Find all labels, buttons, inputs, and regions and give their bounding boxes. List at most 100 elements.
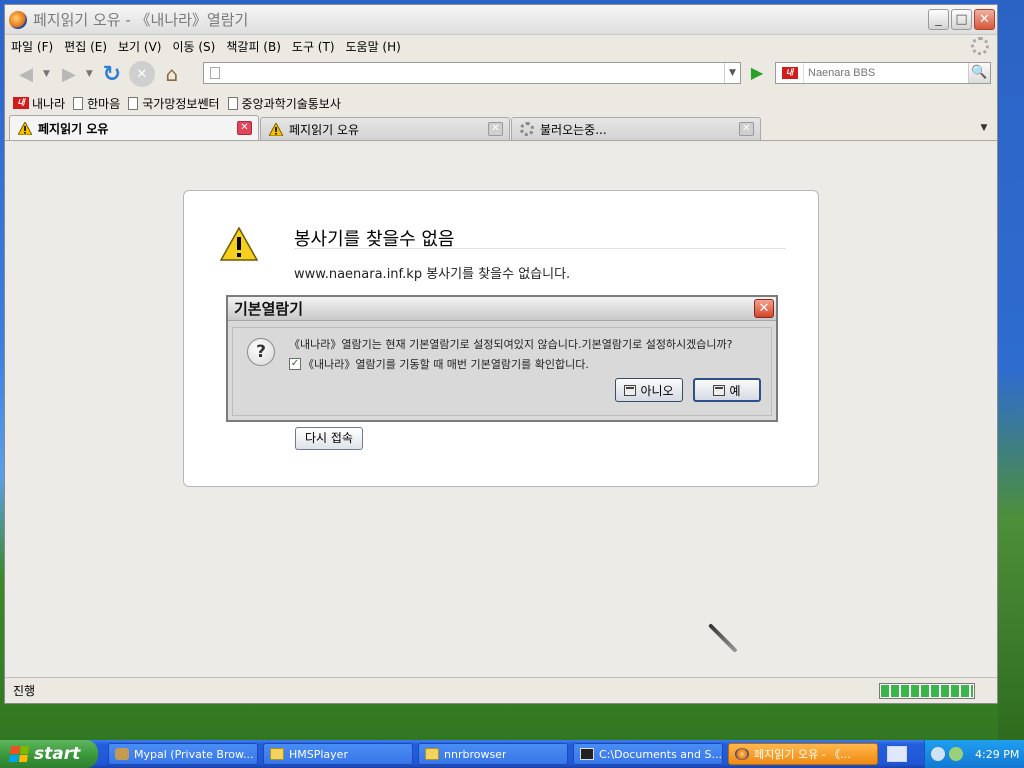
browser-logo-icon: [9, 10, 27, 29]
security-icon[interactable]: [931, 747, 945, 761]
taskbar-item-label: Mypal (Private Brow...: [134, 747, 254, 761]
keyboard-icon[interactable]: [887, 746, 907, 762]
mypal-icon: [115, 748, 129, 760]
status-bar: 진행: [5, 677, 997, 703]
bookmarks-toolbar: 내 내나라 한마음 국가망정보쎈터 중앙과학기술통보사: [5, 91, 997, 115]
tab-bar: 페지읽기 오유 ✕ 페지읽기 오유 ✕ 불러오는중... ✕ ▼: [5, 115, 997, 141]
progress-fill: [881, 684, 973, 697]
bookmark-label: 국가망정보쎈터: [142, 96, 220, 111]
search-bar: 내 🔍: [775, 62, 991, 84]
tab-close-icon[interactable]: ✕: [237, 121, 252, 135]
naenara-logo-icon: 내: [781, 67, 798, 79]
7zip-icon: [580, 748, 594, 760]
system-tray: 4:29 PM: [924, 740, 1024, 768]
url-input[interactable]: [224, 64, 724, 82]
menu-view[interactable]: 보기 (V): [118, 38, 161, 55]
url-bar: ▼: [203, 62, 741, 84]
question-icon: ?: [247, 338, 275, 366]
checkbox-label: 《내나라》열람기를 기동할 때 매번 기본열람기를 확인합니다.: [303, 358, 589, 371]
dialog-title-bar: 기본열람기 ✕: [228, 297, 776, 321]
bookmark-label: 한마음: [87, 96, 121, 111]
tab-close-icon[interactable]: ✕: [488, 122, 503, 136]
menu-bookmarks[interactable]: 책갈피 (B): [226, 38, 281, 55]
bookmark-item[interactable]: 국가망정보쎈터: [128, 95, 220, 112]
go-icon[interactable]: ▶: [747, 63, 767, 83]
dialog-message: 《내나라》열람기는 현재 기본열람기로 설정되여있지 않습니다.기본열람기로 설…: [289, 338, 733, 351]
page-icon: [227, 96, 238, 110]
page-content: 봉사기를 찾을수 없음 www.naenara.inf.kp 봉사기를 찾을수 …: [5, 143, 997, 677]
taskbar-item-label: HMSPlayer: [289, 747, 348, 761]
menu-bar: 파일 (F) 편집 (E) 보기 (V) 이동 (S) 책갈피 (B) 도구 (…: [5, 35, 997, 57]
search-engine-selector[interactable]: 내: [776, 63, 804, 83]
folder-icon: [270, 748, 284, 760]
menu-tools[interactable]: 도구 (T): [292, 38, 335, 55]
forward-history-dropdown-icon[interactable]: ▼: [86, 69, 93, 79]
reload-icon[interactable]: ↻: [99, 61, 125, 87]
navigation-toolbar: ◀ ▼ ▶ ▼ ↻ ✕ ⌂ ▼ ▶ 내 🔍: [5, 57, 997, 91]
dialog-close-icon[interactable]: ✕: [754, 299, 774, 318]
taskbar-item[interactable]: C:\Documents and S...: [573, 743, 723, 765]
naenara-logo-icon: 내: [13, 97, 29, 109]
menu-help[interactable]: 도움말 (H): [346, 38, 401, 55]
no-button[interactable]: 아니오: [615, 378, 683, 402]
folder-icon: [425, 748, 439, 760]
taskbar-item[interactable]: HMSPlayer: [263, 743, 413, 765]
dialog-body: ? 《내나라》열람기는 현재 기본열람기로 설정되여있지 않습니다.기본열람기로…: [232, 327, 772, 416]
start-label: start: [34, 744, 81, 764]
start-button[interactable]: start: [0, 740, 98, 768]
stop-icon[interactable]: ✕: [128, 61, 155, 87]
yes-button[interactable]: 예: [693, 378, 761, 402]
windows-logo-icon: [8, 746, 30, 762]
page-icon: [210, 67, 220, 79]
url-history-dropdown-icon[interactable]: ▼: [724, 63, 740, 83]
tab-list-dropdown-icon[interactable]: ▼: [975, 118, 993, 138]
window-title: 페지읽기 오유 - 《내나라》열람기: [33, 11, 249, 29]
maximize-button[interactable]: □: [951, 9, 972, 30]
throbber-icon: [971, 37, 989, 55]
taskbar-item-active[interactable]: 페지읽기 오유 - 《...: [728, 743, 878, 765]
warning-icon: [220, 227, 258, 261]
default-browser-dialog: 기본열람기 ✕ ? 《내나라》열람기는 현재 기본열람기로 설정되여있지 않습니…: [226, 295, 778, 422]
loading-icon: [520, 122, 534, 136]
error-description: www.naenara.inf.kp 봉사기를 찾을수 없습니다.: [294, 267, 571, 282]
bookmark-item[interactable]: 중앙과학기술통보사: [227, 95, 341, 112]
tab-label: 페지읽기 오유: [38, 121, 109, 136]
taskbar-item[interactable]: Mypal (Private Brow...: [108, 743, 258, 765]
menu-go[interactable]: 이동 (S): [172, 38, 215, 55]
back-history-dropdown-icon[interactable]: ▼: [43, 69, 50, 79]
title-bar: 페지읽기 오유 - 《내나라》열람기 _ □ ✕: [5, 5, 997, 35]
menu-edit[interactable]: 편집 (E): [64, 38, 107, 55]
dialog-checkbox-row[interactable]: ✓ 《내나라》열람기를 기동할 때 매번 기본열람기를 확인합니다.: [289, 356, 589, 372]
bookmark-item[interactable]: 내 내나라: [13, 95, 65, 112]
tab-label: 페지읽기 오유: [289, 122, 360, 137]
network-icon[interactable]: [949, 747, 963, 761]
bookmark-item[interactable]: 한마음: [73, 95, 120, 112]
search-icon[interactable]: 🔍: [968, 63, 990, 83]
menu-file[interactable]: 파일 (F): [11, 38, 53, 55]
back-icon[interactable]: ◀: [13, 61, 39, 87]
tab-page-error-2[interactable]: 페지읽기 오유 ✕: [260, 117, 510, 140]
taskbar: start Mypal (Private Brow... HMSPlayer n…: [0, 740, 1024, 768]
clock[interactable]: 4:29 PM: [975, 748, 1019, 761]
tab-page-error-1[interactable]: 페지읽기 오유 ✕: [9, 115, 259, 140]
close-button[interactable]: ✕: [974, 9, 995, 30]
home-icon[interactable]: ⌂: [159, 61, 185, 87]
search-input[interactable]: [804, 64, 968, 82]
tab-loading[interactable]: 불러오는중... ✕: [511, 117, 761, 140]
tab-close-icon[interactable]: ✕: [739, 122, 754, 136]
browser-window: 페지읽기 오유 - 《내나라》열람기 _ □ ✕ 파일 (F) 편집 (E) 보…: [4, 4, 998, 704]
taskbar-item[interactable]: nnrbrowser: [418, 743, 568, 765]
tab-label: 불러오는중...: [540, 122, 607, 137]
retry-button[interactable]: 다시 접속: [295, 427, 363, 450]
page-icon: [128, 96, 139, 110]
progress-meter: [879, 682, 975, 699]
default-check-checkbox[interactable]: ✓: [289, 358, 301, 370]
warning-icon: [269, 122, 283, 136]
minimize-button[interactable]: _: [928, 9, 949, 30]
bookmark-label: 중앙과학기술통보사: [241, 96, 341, 111]
warning-icon: [18, 121, 32, 135]
desktop-background-strip: [998, 0, 1024, 740]
status-text: 진행: [13, 684, 36, 698]
forward-icon[interactable]: ▶: [56, 61, 82, 87]
taskbar-item-label: nnrbrowser: [444, 747, 507, 761]
